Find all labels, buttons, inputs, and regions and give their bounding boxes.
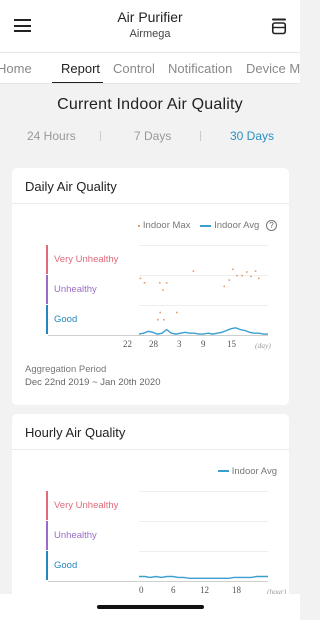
tab-control[interactable]: Control	[113, 61, 155, 76]
card-divider	[12, 449, 289, 450]
indoor-max-point	[159, 311, 161, 314]
indoor-max-point	[254, 270, 257, 272]
x-tick: 28	[149, 339, 158, 349]
period-selector: 24 Hours 7 Days 30 Days	[0, 129, 300, 147]
legend-avg-label: Indoor Avg	[231, 466, 277, 477]
indoor-max-point	[250, 275, 252, 278]
aggregation-period-range: Dec 22nd 2019 ~ Jan 20th 2020	[25, 377, 161, 388]
aggregation-period-label: Aggregation Period	[25, 364, 107, 375]
card-divider	[12, 203, 289, 204]
x-tick: 3	[177, 339, 182, 349]
daily-plot-area	[48, 245, 268, 336]
indoor-max-point	[228, 279, 231, 281]
indoor-max-point	[241, 274, 243, 277]
page-title: Air Purifier	[117, 9, 183, 25]
help-icon[interactable]: ?	[266, 220, 277, 231]
indoor-max-point	[257, 277, 260, 280]
indoor-max-point	[192, 270, 195, 272]
app-header: Air Purifier Airmega	[0, 0, 300, 52]
bottom-safe-area	[0, 594, 300, 620]
indoor-max-point	[232, 268, 234, 271]
x-unit-label: (day)	[255, 341, 271, 350]
indoor-max-point	[157, 318, 159, 321]
tab-report[interactable]: Report	[61, 61, 100, 76]
purifier-device-icon[interactable]	[271, 17, 287, 35]
indoor-max-point	[246, 271, 248, 273]
report-header: Current Indoor Air Quality	[0, 96, 300, 114]
indoor-max-point	[223, 285, 226, 288]
indoor-max-point	[165, 282, 168, 284]
period-30-days[interactable]: 30 Days	[230, 129, 274, 143]
daily-card-title: Daily Air Quality	[25, 179, 117, 194]
legend-avg-label: Indoor Avg	[214, 220, 260, 232]
daily-air-quality-card: Daily Air Quality Indoor Max Indoor Avg …	[12, 168, 289, 405]
period-7-days[interactable]: 7 Days	[134, 129, 171, 143]
legend-max-marker	[137, 224, 140, 227]
legend-avg-marker	[200, 224, 212, 227]
indoor-max-point	[139, 277, 142, 280]
hourly-air-quality-card: Hourly Air Quality Indoor Avg Very Unhea…	[12, 414, 289, 596]
x-tick: 15	[227, 339, 236, 349]
daily-chart: Very Unhealthy Unhealthy Good 22 28 3 9 …	[46, 245, 275, 355]
hourly-card-title: Hourly Air Quality	[25, 425, 126, 440]
hourly-legend: Indoor Avg	[211, 466, 277, 477]
x-tick: 22	[123, 339, 132, 349]
indoor-max-point	[175, 311, 178, 314]
tab-notification[interactable]: Notification	[168, 61, 232, 76]
indoor-max-point	[162, 289, 164, 291]
indoor-max-point	[236, 274, 238, 277]
legend-avg-marker	[217, 470, 229, 473]
home-indicator[interactable]	[97, 605, 204, 609]
period-separator	[100, 131, 101, 141]
indoor-max-point	[163, 318, 165, 321]
report-title: Current Indoor Air Quality	[57, 96, 243, 113]
device-name: Airmega	[129, 28, 171, 40]
legend-max-label: Indoor Max	[142, 220, 191, 232]
tab-home[interactable]: Home	[0, 61, 32, 76]
indoor-avg-line	[139, 575, 268, 579]
tab-bar: Home Report Control Notification Device …	[0, 52, 300, 84]
active-tab-indicator	[52, 82, 103, 83]
hourly-chart: Very Unhealthy Unhealthy Good 0 6 12 18 …	[46, 491, 286, 596]
tab-device-management[interactable]: Device M	[246, 61, 300, 76]
x-tick: 9	[201, 339, 206, 349]
period-separator	[200, 131, 201, 141]
period-24-hours[interactable]: 24 Hours	[27, 129, 76, 143]
title-block: Air Purifier Airmega	[0, 9, 300, 40]
indoor-avg-line	[138, 327, 268, 335]
hourly-plot-area	[48, 491, 268, 582]
indoor-max-point	[143, 282, 146, 284]
indoor-max-point	[158, 282, 161, 284]
daily-legend: Indoor Max Indoor Avg ?	[137, 220, 277, 232]
